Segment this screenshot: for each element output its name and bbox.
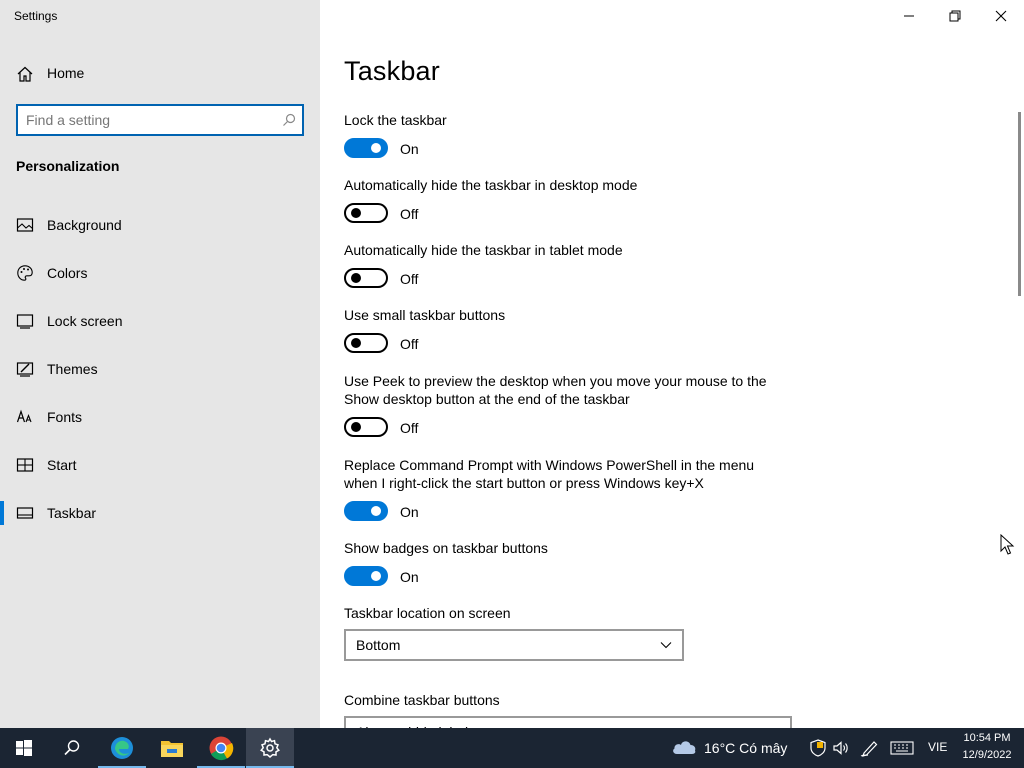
toggle-knob bbox=[371, 143, 381, 153]
toggle-knob bbox=[371, 571, 381, 581]
close-icon bbox=[995, 10, 1007, 22]
home-icon bbox=[17, 66, 33, 82]
sidebar-item-label: Fonts bbox=[47, 409, 83, 425]
fonts-icon bbox=[16, 409, 32, 423]
keyboard-icon[interactable] bbox=[890, 740, 914, 756]
setting-label: Replace Command Prompt with Windows Powe… bbox=[344, 457, 755, 491]
lock-taskbar-toggle[interactable] bbox=[344, 138, 388, 158]
toggle-state: Off bbox=[400, 271, 419, 287]
chrome-icon bbox=[209, 736, 234, 761]
sidebar-item-label: Taskbar bbox=[47, 505, 97, 521]
sidebar-item-start[interactable]: Start bbox=[0, 445, 320, 485]
toggle-state: Off bbox=[400, 336, 419, 352]
folder-icon bbox=[161, 741, 183, 757]
scrollbar[interactable] bbox=[1018, 112, 1021, 296]
gear-icon bbox=[260, 737, 280, 758]
start-icon bbox=[16, 458, 34, 472]
home-nav-item[interactable]: Home bbox=[0, 58, 320, 90]
toggle-state: On bbox=[400, 569, 419, 585]
setting-label: Show badges on taskbar buttons bbox=[344, 540, 548, 556]
app-title: Settings bbox=[14, 9, 58, 23]
file-explorer-button[interactable] bbox=[148, 728, 196, 768]
restore-button[interactable] bbox=[932, 0, 978, 32]
setting-label: Use Peek to preview the desktop when you… bbox=[344, 373, 767, 407]
toggle-state: Off bbox=[400, 206, 419, 222]
peek-toggle[interactable] bbox=[344, 417, 388, 437]
combine-label: Combine taskbar buttons bbox=[344, 692, 500, 708]
toggle-knob bbox=[371, 506, 381, 516]
selected-indicator bbox=[0, 501, 4, 525]
autohide-desktop-toggle[interactable] bbox=[344, 203, 388, 223]
small-buttons-toggle[interactable] bbox=[344, 333, 388, 353]
setting-label: Lock the taskbar bbox=[344, 112, 447, 128]
clock-date[interactable]: 12/9/2022 bbox=[956, 749, 1018, 761]
lock-screen-icon bbox=[16, 314, 34, 329]
sidebar-item-label: Lock screen bbox=[47, 313, 123, 329]
palette-icon bbox=[17, 265, 33, 281]
sidebar-item-themes[interactable]: Themes bbox=[0, 349, 320, 389]
sidebar-item-lock-screen[interactable]: Lock screen bbox=[0, 301, 320, 341]
taskbar: 16°C Có mây VIE 10:54 PM 12/9/2022 bbox=[0, 728, 1024, 768]
clock-time[interactable]: 10:54 PM bbox=[956, 732, 1018, 744]
security-shield-icon[interactable] bbox=[810, 739, 826, 757]
sidebar-item-taskbar[interactable]: Taskbar bbox=[0, 493, 320, 533]
cloud-icon[interactable] bbox=[671, 738, 697, 756]
sidebar-item-colors[interactable]: Colors bbox=[0, 253, 320, 293]
setting-label: Use small taskbar buttons bbox=[344, 307, 506, 323]
search-icon[interactable] bbox=[282, 113, 296, 127]
search-box[interactable] bbox=[16, 104, 304, 136]
minimize-icon bbox=[904, 15, 914, 17]
language-indicator[interactable]: VIE bbox=[928, 740, 947, 754]
taskbar-search-button[interactable] bbox=[48, 728, 96, 768]
sidebar-item-label: Start bbox=[47, 457, 77, 473]
toggle-state: Off bbox=[400, 420, 419, 436]
sidebar-item-label: Colors bbox=[47, 265, 88, 281]
home-label: Home bbox=[47, 65, 85, 81]
toggle-state: On bbox=[400, 504, 419, 520]
search-input[interactable] bbox=[26, 111, 266, 129]
powershell-toggle[interactable] bbox=[344, 501, 388, 521]
sidebar-item-label: Themes bbox=[47, 361, 98, 377]
badges-toggle[interactable] bbox=[344, 566, 388, 586]
volume-icon[interactable] bbox=[832, 739, 850, 757]
toggle-knob bbox=[351, 338, 361, 348]
dropdown-value: Bottom bbox=[356, 637, 401, 653]
section-title: Personalization bbox=[16, 158, 120, 174]
edge-icon bbox=[111, 737, 133, 759]
themes-icon bbox=[16, 362, 34, 377]
location-label: Taskbar location on screen bbox=[344, 605, 511, 621]
weather-text[interactable]: 16°C Có mây bbox=[704, 740, 787, 756]
start-button[interactable] bbox=[0, 728, 48, 768]
sidebar-item-fonts[interactable]: Fonts bbox=[0, 397, 320, 437]
picture-icon bbox=[16, 218, 34, 232]
settings-taskbar-button[interactable] bbox=[246, 728, 294, 768]
chrome-button[interactable] bbox=[197, 728, 245, 768]
location-dropdown[interactable]: Bottom bbox=[344, 629, 684, 661]
sidebar: Settings Home Personalization Background… bbox=[0, 0, 320, 728]
taskbar-icon bbox=[16, 507, 34, 519]
setting-label: Automatically hide the taskbar in deskto… bbox=[344, 177, 638, 193]
toggle-knob bbox=[351, 422, 361, 432]
windows-logo-icon bbox=[16, 740, 32, 756]
toggle-knob bbox=[351, 273, 361, 283]
setting-label: Automatically hide the taskbar in tablet… bbox=[344, 242, 623, 258]
mouse-cursor bbox=[1000, 534, 1015, 555]
toggle-knob bbox=[351, 208, 361, 218]
search-icon bbox=[64, 740, 80, 756]
minimize-button[interactable] bbox=[886, 0, 932, 32]
sidebar-item-label: Background bbox=[47, 217, 122, 233]
chevron-down-icon bbox=[660, 642, 672, 649]
autohide-tablet-toggle[interactable] bbox=[344, 268, 388, 288]
sidebar-item-background[interactable]: Background bbox=[0, 205, 320, 245]
page-title: Taskbar bbox=[344, 56, 440, 86]
close-button[interactable] bbox=[978, 0, 1024, 32]
pen-icon[interactable] bbox=[860, 739, 880, 757]
edge-button[interactable] bbox=[98, 728, 146, 768]
restore-icon bbox=[949, 10, 961, 22]
toggle-state: On bbox=[400, 141, 419, 157]
